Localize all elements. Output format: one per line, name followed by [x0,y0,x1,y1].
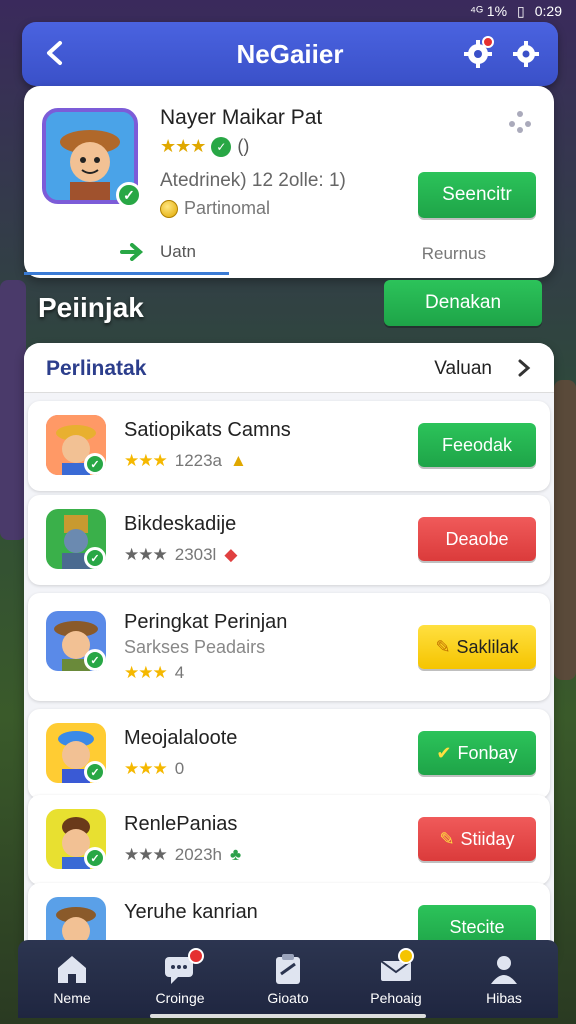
list-item[interactable]: ✓ Bikdeskadije ★★★ 2303l ◆ Deaobe [28,495,550,585]
item-action-button[interactable]: Feeodak [418,423,536,467]
profile-action-button[interactable]: Seencitr [418,172,536,218]
nav-profile-label: Hibas [486,990,522,1006]
back-button[interactable] [38,36,72,70]
item-count: 0 [174,759,185,778]
item-count: 2023h [174,845,223,864]
coin-badge [398,948,414,964]
list-item[interactable]: ✓ Meojalaloote ★★★ 0 ✔ Fonbay [28,709,550,799]
status-time: 0:29 [534,3,562,19]
section-button[interactable]: Denakan [384,280,542,326]
rating-stars: ★★★ [124,545,168,564]
player-name: Nayer Maikar Pat [160,106,323,129]
status-bar: ⁴ᴳ 1% ▯ 0:29 [0,0,576,22]
flame-icon: ◆ [224,545,238,564]
notification-badge [188,948,204,964]
bottom-navigation: Neme Croinge Gioato Pehoaig Hibas [18,940,558,1018]
verified-check-icon: ✓ [84,847,106,869]
leaderboard-list: Perlinatak Valuan ✓ Satiopikats Camns ★★… [24,343,554,963]
verified-check-icon: ✓ [84,453,106,475]
nav-mail[interactable]: Pehoaig [342,940,450,1018]
profile-card: ✓ Nayer Maikar Pat ★★★ ✓ () Atedrinek) 1… [24,86,554,278]
item-count: 1223a [174,451,223,470]
item-name: Bikdeskadije [124,513,237,535]
list-item[interactable]: ✓ RenlePanias ★★★ 2023h ♣ ✎ Stiiday [28,795,550,885]
item-name: RenlePanias [124,813,238,835]
item-rating: ★★★ 0 [124,759,184,779]
player-rating: ★★★ ✓ () [160,136,249,157]
clipboard-icon [276,954,300,984]
trophy-icon: ▲ [230,451,247,470]
nav-chat-label: Croinge [155,990,205,1006]
nav-clipboard-label: Gioato [267,990,309,1006]
verified-check-icon: ✓ [84,547,106,569]
tab-main-label: Uatn [160,242,196,261]
signal-indicator: ⁴ᴳ 1% [469,3,508,19]
tab-secondary[interactable]: Reurnus [422,244,486,264]
arrow-right-icon [120,243,144,261]
item-count: 2303l [174,545,217,564]
rating-stars: ★★★ [124,759,168,778]
list-title: Perlinatak [46,357,147,380]
coin-line: Partinomal [160,198,270,219]
section-title: Peiinjak [38,292,144,323]
tab-indicator [24,272,229,275]
rating-stars: ★★★ [124,845,168,864]
nav-chat[interactable]: Croinge [126,940,234,1018]
item-rating: ★★★ 4 [124,663,184,683]
check-icon: ✔ [436,742,452,763]
item-action-button[interactable]: ✔ Fonbay [418,731,536,775]
item-action-button[interactable]: ✎ Stiiday [418,817,536,861]
app-bar: NeGaiier [22,22,558,86]
settings-icon[interactable] [510,38,542,70]
item-name: Meojalaloote [124,727,238,749]
chevron-right-icon[interactable] [514,356,534,380]
coins-label: Partinomal [184,198,271,218]
item-action-label: Stiiday [460,828,515,849]
nav-profile[interactable]: Hibas [450,940,558,1018]
pencil-icon: ✎ [439,828,455,849]
list-item[interactable]: ✓ Peringkat Perinjan Sarkses Peadairs ★★… [28,593,550,701]
potion-icon: ♣ [230,845,242,864]
coin-icon [160,199,178,218]
item-action-label: Fonbay [457,742,518,763]
list-item[interactable]: ✓ Satiopikats Camns ★★★ 1223a ▲ Feeodak [28,401,550,491]
item-name: Satiopikats Camns [124,419,291,441]
verified-check-icon: ✓ [84,761,106,783]
list-filter[interactable]: Valuan [434,358,492,380]
home-indicator [150,1014,426,1018]
item-rating: ★★★ 2303l ◆ [124,545,237,565]
item-rating: ★★★ 1223a ▲ [124,451,247,471]
verified-check-icon: ✓ [84,649,106,671]
item-action-button[interactable]: Deaobe [418,517,536,561]
chevron-left-icon [47,41,62,65]
item-rating: ★★★ 2023h ♣ [124,845,241,865]
nav-home[interactable]: Neme [18,940,126,1018]
profile-icon [491,956,517,984]
verified-check-icon: ✓ [116,182,142,208]
notification-badge [482,36,494,48]
battery-icon: ▯ [517,2,525,19]
nav-clipboard[interactable]: Gioato [234,940,342,1018]
background-wall-right [554,380,576,680]
rating-stars: ★★★ [160,136,206,156]
item-action-label: Saklilak [456,636,519,657]
rating-stars: ★★★ [124,663,168,682]
rating-extra: () [237,136,250,156]
green-check-icon: ✓ [211,136,232,157]
nav-home-label: Neme [53,990,91,1006]
player-stat: Atedrinek) 12 2olle: 1) [160,170,346,191]
home-icon [58,956,86,983]
tab-main[interactable]: Uatn [120,242,196,262]
list-header: Perlinatak Valuan [24,343,554,393]
rating-stars: ★★★ [124,451,168,470]
item-count: 4 [174,663,185,682]
item-name: Yeruhe kanrian [124,901,258,923]
item-subtitle: Sarkses Peadairs [124,637,266,657]
nav-mail-label: Pehoaig [370,990,422,1006]
pencil-icon: ✎ [435,636,451,657]
item-action-button[interactable]: ✎ Saklilak [418,625,536,669]
share-icon[interactable] [506,108,534,136]
background-wall-left [0,280,26,540]
item-name: Peringkat Perinjan [124,611,288,633]
